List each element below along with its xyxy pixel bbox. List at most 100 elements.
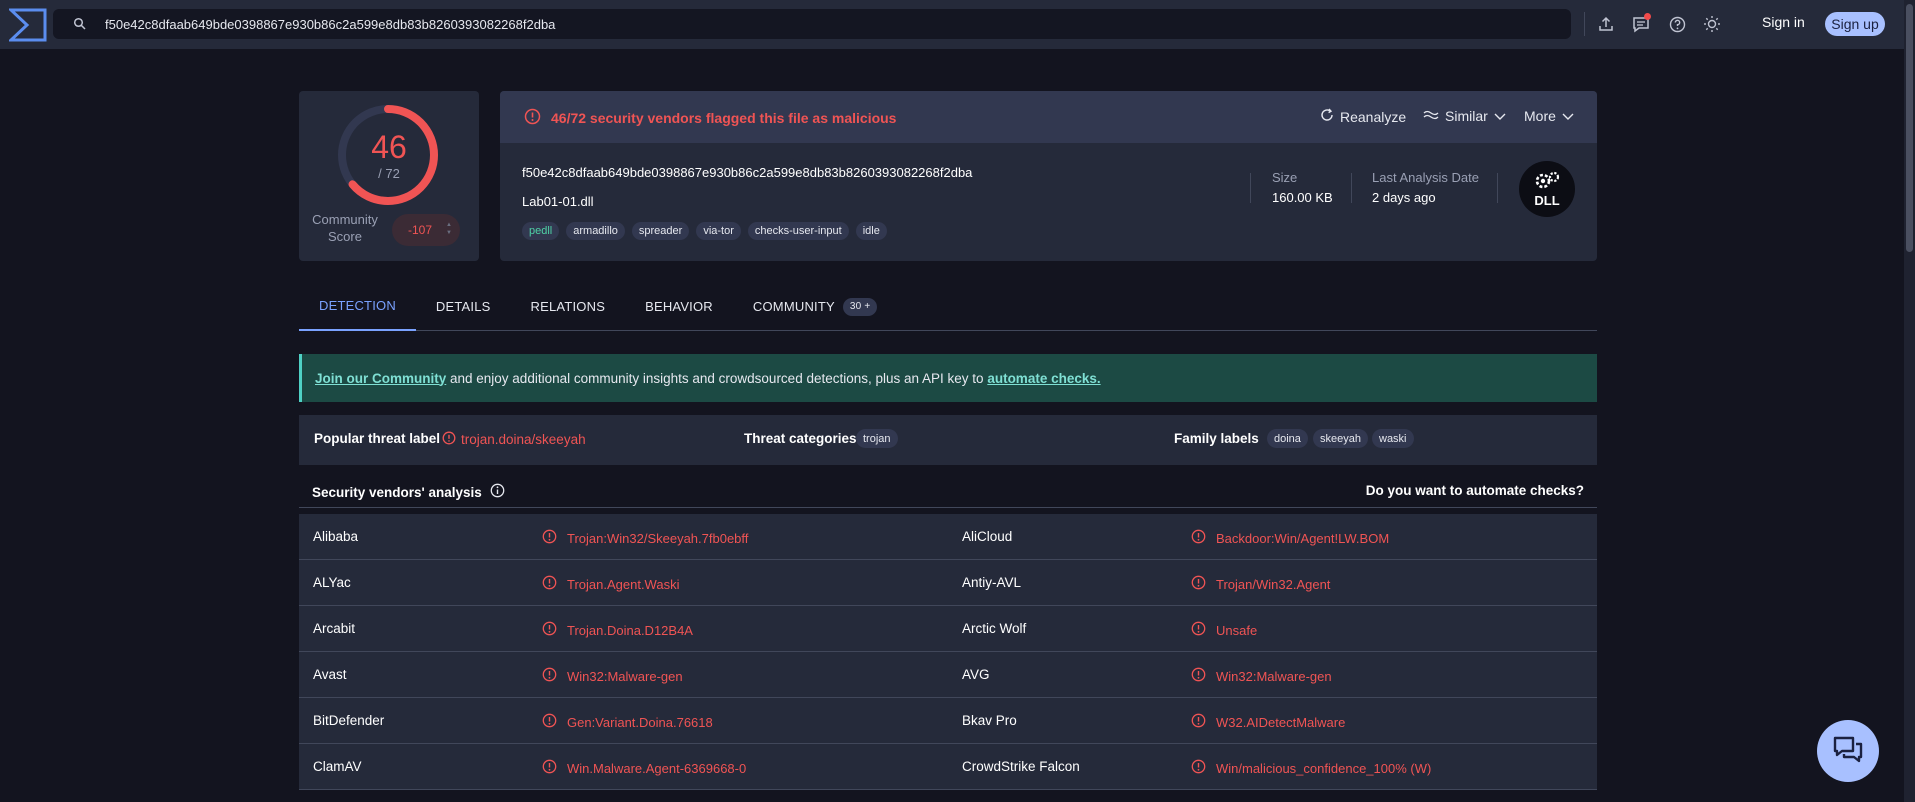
meta-divider [1351, 173, 1352, 203]
join-community-link[interactable]: Join our Community [315, 371, 446, 386]
scrollbar-thumb[interactable] [1906, 4, 1913, 252]
community-banner: Join our Community and enjoy additional … [299, 354, 1597, 402]
similar-label: Similar [1445, 108, 1488, 124]
more-button[interactable]: More [1524, 108, 1574, 124]
file-hash[interactable]: f50e42c8dfaab649bde0398867e930b86c2a599e… [522, 165, 972, 180]
family-chip[interactable]: doina [1267, 429, 1308, 448]
vendor-result: Trojan:Win32/Skeeyah.7fb0ebff [542, 529, 748, 547]
vendor-result: Unsafe [1191, 621, 1257, 639]
vendor-result-text: Win/malicious_confidence_100% (W) [1216, 760, 1432, 776]
table-row: BitDefender Gen:Variant.Doina.76618 Bkav P… [299, 698, 1597, 744]
threat-summary: Popular threat label trojan.doina/skeeya… [299, 415, 1597, 465]
vendor-result: Trojan/Win32.Agent [1191, 575, 1330, 593]
virustotal-logo[interactable] [5, 5, 51, 45]
upload-icon[interactable] [1595, 13, 1617, 35]
vendor-name: CrowdStrike Falcon [962, 759, 1080, 774]
tab-community[interactable]: COMMUNITY 30 + [733, 282, 898, 331]
alert-icon [542, 667, 557, 685]
vendor-table: Alibaba Trojan:Win32/Skeeyah.7fb0ebff AliC… [299, 514, 1597, 790]
family-chip[interactable]: waski [1372, 429, 1414, 448]
tab-details[interactable]: DETAILS [416, 282, 511, 331]
file-info-card: 46/72 security vendors flagged this file… [500, 91, 1597, 261]
search-bar[interactable] [53, 9, 1571, 39]
vendor-result-text: Gen:Variant.Doina.76618 [567, 714, 713, 730]
reanalyze-icon [1320, 108, 1334, 125]
alert-icon [1191, 667, 1206, 685]
community-score-label: Community Score [312, 212, 378, 244]
threat-categories-label: Threat categories [744, 431, 857, 446]
popular-threat-value[interactable]: trojan.doina/skeeyah [442, 431, 586, 448]
theme-icon[interactable] [1701, 13, 1723, 35]
family-labels-label: Family labels [1174, 431, 1259, 446]
file-tags: pedll armadillo spreader via-tor checks-user… [522, 222, 887, 240]
sign-in-link[interactable]: Sign in [1762, 14, 1805, 30]
file-type-icon: DLL [1519, 161, 1575, 217]
vendor-result-text: Win.Malware.Agent-6369668-0 [567, 760, 747, 776]
community-score-badge[interactable]: -107 ▲ ▼ [392, 214, 460, 246]
file-tag[interactable]: pedll [522, 222, 560, 240]
popular-threat-label: Popular threat label [314, 431, 441, 446]
vendor-result: Trojan.Agent.Waski [542, 575, 679, 593]
vendor-name: ClamAV [313, 759, 362, 774]
alert-icon [542, 575, 557, 593]
gears-icon [1532, 170, 1562, 195]
file-tag[interactable]: spreader [631, 222, 690, 240]
vendor-result-text: Win32:Malware-gen [567, 668, 683, 684]
chat-support-button[interactable] [1817, 720, 1879, 782]
automate-checks-link[interactable]: automate checks. [987, 371, 1100, 386]
scrollbar[interactable] [1904, 0, 1915, 802]
reanalyze-button[interactable]: Reanalyze [1320, 108, 1406, 125]
meta-divider [1250, 173, 1251, 203]
vote-arrows-icon[interactable]: ▲ ▼ [446, 221, 452, 237]
vendor-result: Win/malicious_confidence_100% (W) [1191, 759, 1431, 777]
file-tag[interactable]: via-tor [696, 222, 741, 240]
tab-detection[interactable]: DETECTION [299, 282, 416, 331]
file-tag[interactable]: armadillo [566, 222, 625, 240]
popular-threat-text: trojan.doina/skeeyah [461, 432, 586, 447]
detection-score-card: 46 / 72 Community Score -107 ▲ ▼ [299, 91, 479, 261]
malicious-alert: 46/72 security vendors flagged this file… [524, 108, 896, 128]
automate-checks-cta[interactable]: Do you want to automate checks? [1366, 483, 1584, 498]
sign-up-button[interactable]: Sign up [1825, 12, 1885, 36]
table-row: ALYac Trojan.Agent.Waski Antiy-AVL Trojan/W… [299, 560, 1597, 606]
vendor-name: AliCloud [962, 529, 1013, 544]
table-row: Arcabit Trojan.Doina.D12B4A Arctic Wolf Uns… [299, 606, 1597, 652]
detection-count: 46 [371, 129, 407, 165]
reanalyze-label: Reanalyze [1340, 108, 1407, 125]
tab-label: DETAILS [435, 299, 491, 314]
alert-strip: 46/72 security vendors flagged this file… [500, 91, 1597, 143]
vendor-result-text: Backdoor:Win/Agent!LW.BOM [1216, 530, 1390, 546]
vendor-result-text: W32.AIDetectMalware [1216, 714, 1346, 730]
vendor-name: Antiy-AVL [962, 575, 1022, 590]
vendor-result: Win.Malware.Agent-6369668-0 [542, 759, 746, 777]
info-icon[interactable] [490, 483, 505, 501]
chevron-down-icon [1562, 108, 1574, 124]
alert-icon [524, 108, 541, 128]
table-row: Alibaba Trojan:Win32/Skeeyah.7fb0ebff AliC… [299, 514, 1597, 560]
alert-icon [1191, 713, 1206, 731]
search-input[interactable] [105, 16, 1505, 32]
tab-behavior[interactable]: BEHAVIOR [625, 282, 733, 331]
vendor-name: AVG [962, 667, 990, 682]
vendor-name: Avast [313, 667, 347, 682]
vendor-result-text: Unsafe [1216, 622, 1258, 638]
vendor-name: ALYac [313, 575, 351, 590]
vendor-result-text: Trojan:Win32/Skeeyah.7fb0ebff [567, 530, 749, 546]
threat-category-chip[interactable]: trojan [856, 429, 898, 448]
help-icon[interactable] [1666, 13, 1688, 35]
alert-icon [542, 713, 557, 731]
file-tag[interactable]: idle [855, 222, 887, 240]
tab-label: COMMUNITY [752, 299, 835, 314]
similar-button[interactable]: Similar [1423, 108, 1506, 124]
file-tag[interactable]: checks-user-input [747, 222, 849, 240]
alert-icon [1191, 759, 1206, 777]
vendor-result: Gen:Variant.Doina.76618 [542, 713, 713, 731]
banner-text: and enjoy additional community insights … [446, 370, 988, 386]
chat-icon[interactable] [1630, 13, 1652, 35]
tab-relations[interactable]: RELATIONS [511, 282, 626, 331]
family-chip[interactable]: skeeyah [1313, 429, 1368, 448]
last-analysis-value: 2 days ago [1372, 190, 1436, 205]
vendor-name: Arctic Wolf [962, 621, 1027, 636]
more-label: More [1524, 108, 1556, 124]
alert-icon [442, 431, 456, 448]
